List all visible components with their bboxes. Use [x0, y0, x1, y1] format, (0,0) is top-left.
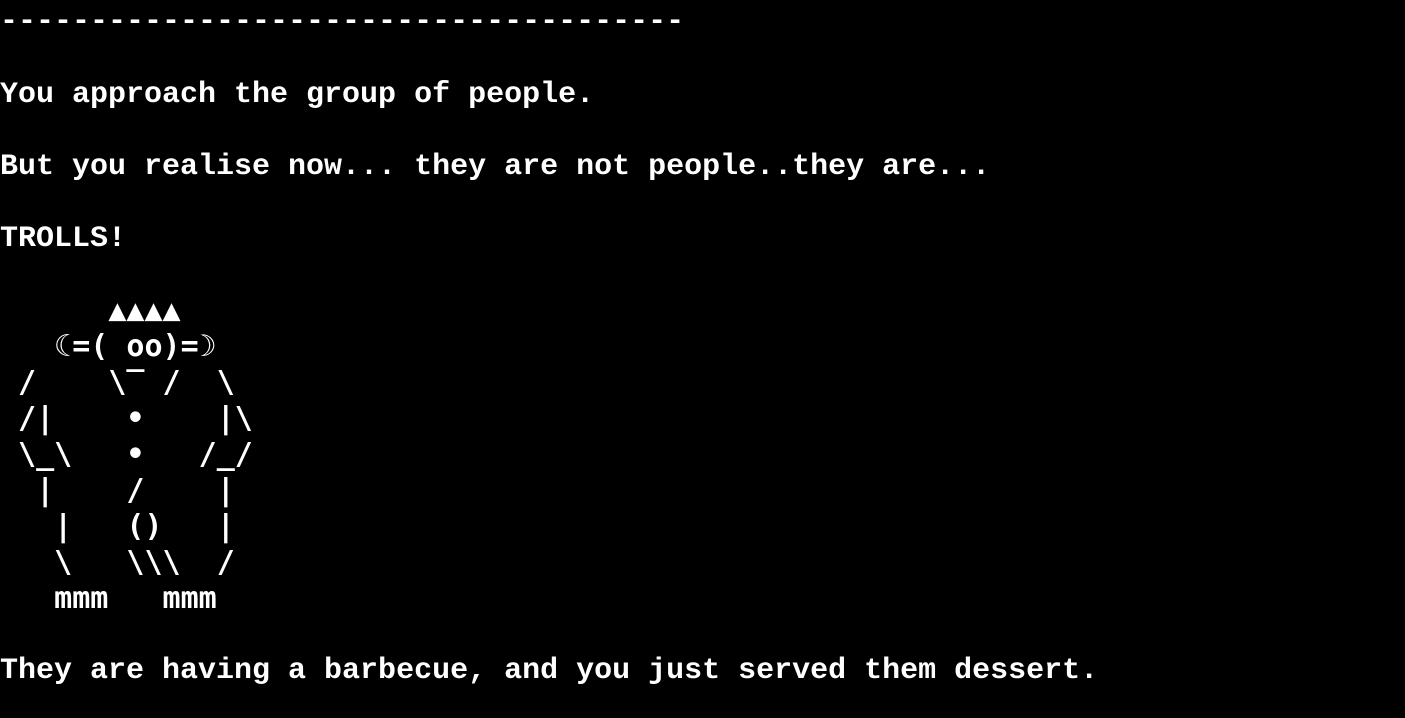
story-line: They are having a barbecue, and you just…	[0, 654, 1099, 688]
story-line: But you realise now... they are not peop…	[0, 150, 991, 184]
troll-art-line: / \‾ / \	[0, 365, 235, 400]
story-line: You approach the group of people.	[0, 78, 595, 112]
separator-line: --------------------------------------	[0, 5, 685, 39]
troll-art-line: ☾=( oo)=☽	[0, 329, 217, 364]
story-line: TROLLS!	[0, 222, 127, 256]
troll-art-line: ▲▲▲▲	[0, 293, 181, 328]
troll-art-line: /| • |\	[0, 401, 253, 436]
troll-art-line: \ \\\ /	[0, 545, 235, 580]
terminal-window: -------------------------------------- Y…	[0, 0, 1405, 718]
troll-art-line: | () |	[0, 509, 235, 544]
troll-art-line: | / |	[0, 473, 235, 508]
troll-art-line: mmm mmm	[0, 581, 217, 616]
troll-art-line: \_\ • /_/	[0, 437, 253, 472]
